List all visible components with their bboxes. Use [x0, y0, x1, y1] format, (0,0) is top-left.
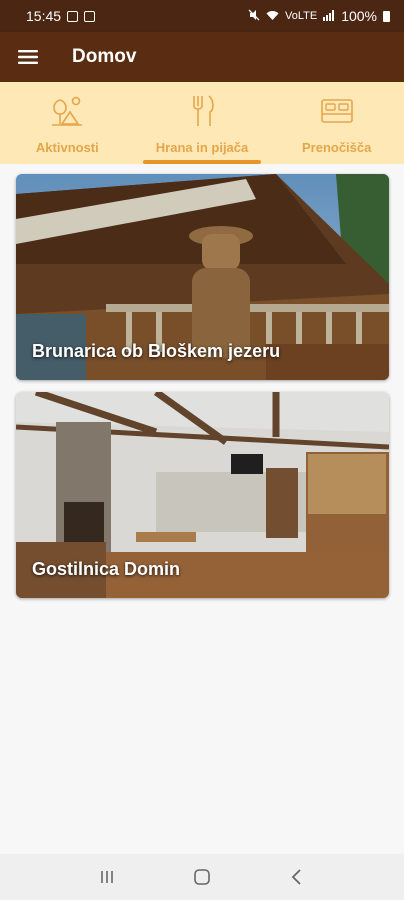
signal-icon — [323, 8, 335, 24]
battery-icon — [383, 10, 390, 22]
tab-label: Aktivnosti — [35, 140, 99, 155]
listing-title: Gostilnica Domin — [32, 559, 181, 579]
mute-icon — [248, 8, 260, 24]
home-icon — [194, 869, 210, 885]
status-time: 15:45 — [26, 8, 62, 24]
tab-hrana-in-pijaca[interactable]: Hrana in pijača — [135, 82, 270, 164]
tab-aktivnosti[interactable]: Aktivnosti — [0, 82, 135, 164]
back-icon — [291, 869, 301, 885]
home-button[interactable] — [182, 857, 222, 897]
activities-icon — [52, 96, 83, 126]
listing-card-gostilnica[interactable]: Gostilnica Domin — [16, 392, 389, 598]
active-tab-indicator — [142, 160, 262, 164]
status-bar: 15:45 VoLTE 100% — [0, 0, 404, 32]
page-title: Domov — [72, 46, 137, 67]
category-tabs: Aktivnosti Hrana in pijača Prenočišča — [0, 82, 404, 164]
fork-knife-icon — [193, 95, 214, 126]
recents-button[interactable] — [87, 857, 127, 897]
hamburger-menu-icon — [18, 50, 38, 64]
recents-icon — [101, 871, 114, 883]
listing-title: Brunarica ob Bloškem jezeru — [32, 341, 281, 361]
app-notification-icon — [84, 10, 96, 22]
listing-list: Brunarica ob Bloškem jezeru Gostilnica D… — [16, 174, 389, 610]
back-button[interactable] — [277, 857, 317, 897]
battery-level: 100% — [341, 8, 377, 24]
tab-label: Hrana in pijača — [155, 140, 249, 155]
app-bar: Domov — [0, 32, 404, 82]
menu-button[interactable] — [0, 32, 56, 82]
wifi-icon — [266, 8, 279, 24]
system-nav-bar — [0, 854, 404, 900]
tab-label: Prenočišča — [301, 140, 372, 155]
tab-prenocisca[interactable]: Prenočišča — [269, 82, 404, 164]
bed-icon — [320, 99, 353, 123]
status-left: 15:45 — [26, 8, 96, 24]
status-right: VoLTE 100% — [248, 8, 390, 24]
image-notification-icon — [67, 10, 79, 22]
network-type: VoLTE — [284, 10, 318, 22]
listing-card-brunarica[interactable]: Brunarica ob Bloškem jezeru — [16, 174, 389, 380]
